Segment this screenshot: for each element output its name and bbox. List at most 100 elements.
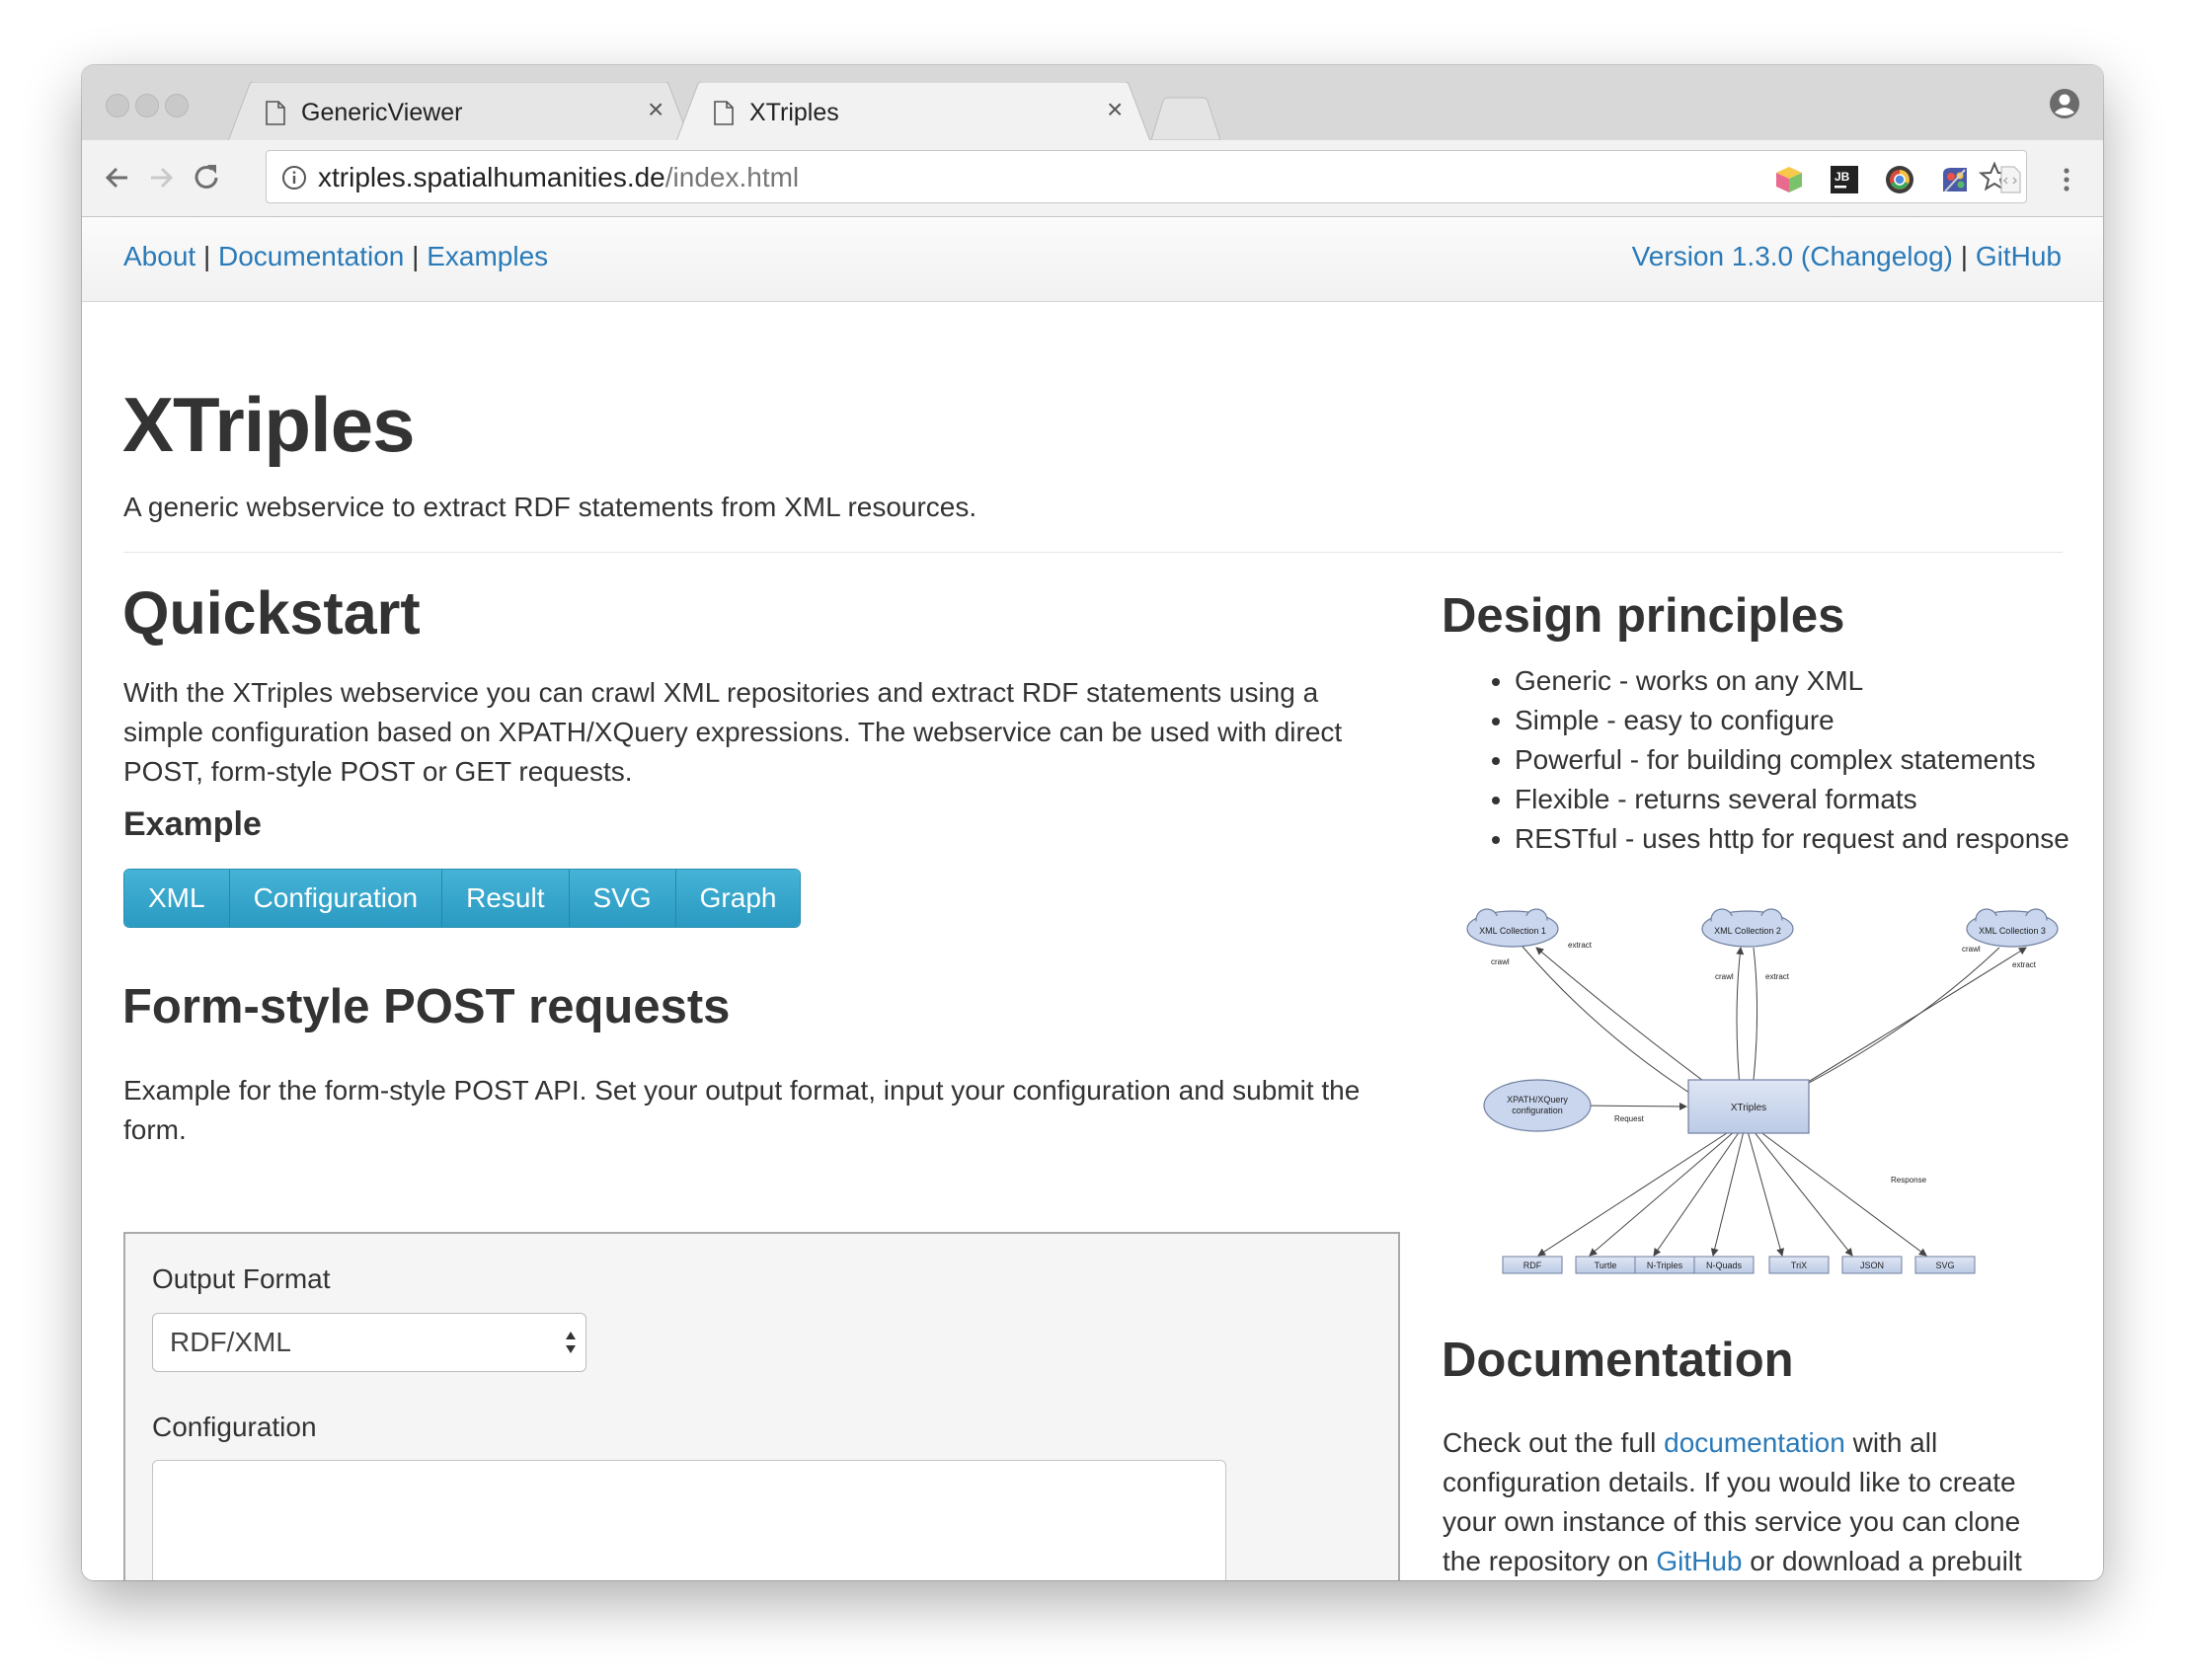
edge-label-extract: extract [1765, 972, 1790, 981]
output-label: TriX [1791, 1260, 1807, 1270]
page-tagline: A generic webservice to extract RDF stat… [123, 492, 977, 522]
edge-label-extract: extract [1568, 941, 1593, 950]
form-post-heading: Form-style POST requests [122, 980, 731, 1033]
nav-link-version[interactable]: Version 1.3.0 (Changelog) [1632, 241, 1953, 271]
site-navbar: About | Documentation | Examples Version… [82, 217, 2103, 302]
page-title: XTriples [122, 381, 415, 468]
text-span: with all [1844, 1427, 1938, 1458]
text-span: or download a prebuilt [1742, 1546, 2022, 1576]
nav-separator: | [202, 241, 211, 271]
edge-labels: crawl extract crawl extract crawl extrac… [1491, 941, 2037, 1184]
nav-link-github[interactable]: GitHub [1976, 241, 2062, 271]
list-item: Generic - works on any XML [1515, 661, 2069, 701]
example-xml-button[interactable]: XML [124, 870, 230, 927]
document-extension-icon[interactable] [1994, 164, 2026, 195]
documentation-link[interactable]: documentation [1664, 1427, 1845, 1458]
profile-icon[interactable] [2048, 87, 2081, 120]
text-line: the repository on GitHub or download a p… [1443, 1542, 2074, 1580]
tab-close-icon[interactable]: × [648, 95, 664, 124]
tab-title: GenericViewer [301, 99, 463, 126]
new-tab-button[interactable] [1151, 97, 1220, 140]
text-line: form. [123, 1114, 187, 1145]
post-form: Output Format RDF/XML Configuration [123, 1232, 1400, 1580]
example-result-button[interactable]: Result [442, 870, 570, 927]
output-label: JSON [1860, 1260, 1884, 1270]
configuration-label: Configuration [152, 1412, 317, 1442]
tab-strip: GenericViewer × XTriples × [82, 65, 2103, 141]
nav-link-documentation[interactable]: Documentation [218, 241, 404, 271]
reload-icon[interactable] [189, 160, 224, 195]
configuration-textarea[interactable] [152, 1460, 1226, 1580]
output-label: N-Quads [1706, 1260, 1743, 1270]
output-format-select[interactable]: RDF/XML [152, 1313, 586, 1372]
output-label: N-Triples [1647, 1260, 1683, 1270]
github-link[interactable]: GitHub [1656, 1546, 1742, 1576]
browser-toolbar: xtriples.spatialhumanities.de/index.html… [82, 140, 2103, 217]
minimize-window-button[interactable] [135, 94, 159, 117]
page-viewport: About | Documentation | Examples Version… [82, 217, 2103, 1580]
output-nodes: RDF Turtle N-Triples N-Quads TriX JSON S… [1502, 1256, 1976, 1274]
text-line: your own instance of this service you ca… [1443, 1506, 2021, 1537]
svg-text:JB: JB [1835, 170, 1850, 184]
example-graph-button[interactable]: Graph [675, 870, 801, 927]
forward-arrow-icon[interactable] [143, 160, 179, 195]
maximize-window-button[interactable] [165, 94, 189, 117]
url-path: /index.html [664, 162, 800, 192]
navbar-left: About | Documentation | Examples [123, 241, 548, 272]
cube-extension-icon[interactable] [1773, 164, 1805, 195]
palette-extension-icon[interactable] [1939, 164, 1971, 195]
info-icon[interactable] [280, 164, 308, 191]
edge-label-request: Request [1614, 1114, 1645, 1123]
cloud-label-3: XML Collection 3 [1979, 926, 2046, 936]
edge-label-extract: extract [2012, 960, 2037, 969]
nav-link-examples[interactable]: Examples [427, 241, 548, 271]
example-configuration-button[interactable]: Configuration [229, 870, 443, 927]
nav-separator: | [1960, 241, 1969, 271]
browser-window: GenericViewer × XTriples × xtriples.spat… [82, 65, 2103, 1580]
form-post-text: Example for the form-style POST API. Set… [123, 1071, 1446, 1150]
tab-close-icon[interactable]: × [1107, 95, 1123, 124]
text-line: Check out the full documentation with al… [1443, 1423, 2074, 1463]
text-span: the repository on [1443, 1546, 1657, 1576]
menu-dots-icon[interactable] [2051, 164, 2082, 195]
xtriples-node-label: XTriples [1731, 1103, 1766, 1113]
cloud-label-1: XML Collection 1 [1479, 926, 1546, 936]
list-item: Powerful - for building complex statemen… [1515, 740, 2069, 780]
text-line: configuration details. If you would like… [1443, 1467, 2016, 1497]
example-svg-button[interactable]: SVG [569, 870, 676, 927]
tab-genericviewer[interactable]: GenericViewer × [228, 82, 690, 141]
page-icon [266, 101, 285, 125]
documentation-text: Check out the full documentation with al… [1443, 1423, 2074, 1580]
address-bar[interactable]: xtriples.spatialhumanities.de/index.html [266, 150, 2027, 203]
url-text: xtriples.spatialhumanities.de/index.html [318, 162, 799, 193]
edge-label-crawl: crawl [1962, 945, 1981, 954]
tab-shape-active [676, 82, 1150, 141]
architecture-diagram: XML Collection 1 XML Collection 2 XML Co… [1466, 908, 2059, 1274]
output-label: RDF [1523, 1260, 1542, 1270]
documentation-heading: Documentation [1442, 1334, 1794, 1387]
list-item: Simple - easy to configure [1515, 701, 2069, 740]
edge-label-crawl: crawl [1715, 972, 1734, 981]
text-span: Check out the full [1443, 1427, 1665, 1458]
text-line: With the XTriples webservice you can cra… [123, 677, 1319, 708]
chrome-extension-icon[interactable] [1884, 164, 1915, 195]
close-window-button[interactable] [106, 94, 129, 117]
output-label: SVG [1935, 1260, 1954, 1270]
divider [123, 552, 2063, 553]
navbar-right: Version 1.3.0 (Changelog) | GitHub [1632, 241, 2062, 272]
example-button-group: XML Configuration Result SVG Graph [123, 869, 802, 928]
nav-link-about[interactable]: About [123, 241, 195, 271]
tab-xtriples[interactable]: XTriples × [676, 82, 1150, 141]
url-host: xtriples.spatialhumanities.de [318, 162, 665, 192]
output-format-label: Output Format [152, 1263, 331, 1294]
design-principles-list: Generic - works on any XML Simple - easy… [1475, 661, 2069, 859]
text-line: POST, form-style POST or GET requests. [123, 756, 633, 787]
jb-extension-icon[interactable]: JB [1829, 164, 1860, 195]
output-label: Turtle [1595, 1260, 1617, 1270]
back-arrow-icon[interactable] [100, 160, 135, 195]
tab-title: XTriples [749, 99, 839, 126]
edge-label-crawl: crawl [1491, 957, 1510, 966]
design-principles-heading: Design principles [1442, 589, 1845, 643]
nav-separator: | [412, 241, 420, 271]
text-line: Example for the form-style POST API. Set… [123, 1075, 1361, 1106]
